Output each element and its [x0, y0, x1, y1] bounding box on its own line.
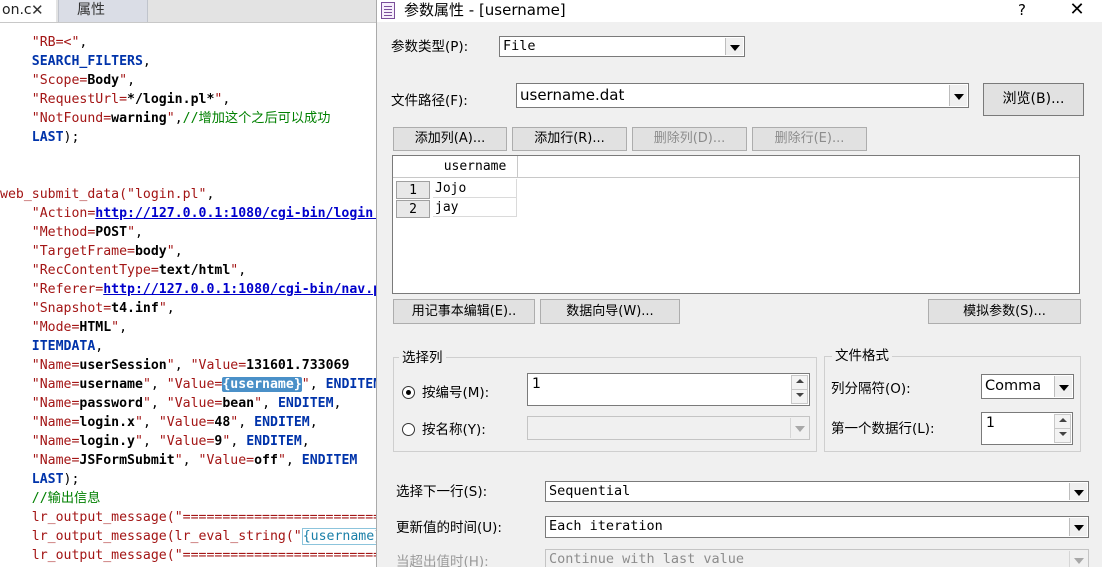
file-format-group-title: 文件格式 [832, 347, 892, 365]
code-line: LAST); [31, 472, 80, 487]
by-name-radio[interactable] [402, 423, 415, 436]
chevron-down-icon[interactable] [725, 38, 743, 55]
delete-column-button[interactable]: 删除列(D)... [632, 127, 747, 151]
select-next-row-label: 选择下一行(S): [396, 484, 488, 500]
chevron-down-icon[interactable] [1069, 483, 1087, 500]
select-column-group-title: 选择列 [399, 349, 446, 367]
chevron-down-icon[interactable] [1069, 518, 1087, 536]
code-line: lr_output_message(lr_eval_string("{usern… [0, 527, 376, 546]
data-wizard-button[interactable]: 数据向导(W)... [540, 299, 680, 324]
code-line: "Name=username", "Value={username}", END… [31, 377, 376, 392]
code-line: "Name=login.x", "Value=48", ENDITEM, [31, 415, 318, 430]
update-value-on-value: Each iteration [549, 518, 663, 534]
param-type-value: File [503, 38, 536, 54]
by-number-label: 按编号(M): [422, 385, 490, 401]
help-icon[interactable]: ? [1014, 0, 1030, 20]
file-path-combo[interactable]: username.dat [516, 83, 969, 108]
code-line: lr_output_message("=====================… [31, 548, 376, 563]
tab-label: 属性 [77, 2, 105, 18]
chevron-down-icon[interactable] [790, 418, 808, 438]
grid-column-header[interactable]: username [433, 156, 518, 178]
first-data-line-label: 第一个数据行(L): [831, 421, 935, 437]
spin-up-icon[interactable] [1054, 414, 1071, 429]
grid-corner [393, 156, 433, 178]
data-grid[interactable]: username 1 Jojo 2 jay [392, 155, 1080, 294]
app-document-icon [381, 2, 395, 19]
select-next-row-select[interactable]: Sequential [545, 481, 1089, 502]
by-number-value: 1 [532, 376, 541, 392]
code-line: "RequestUrl=*/login.pl*", [31, 92, 231, 107]
column-delimiter-value: Comma [985, 378, 1042, 394]
code-line: "Action=http://127.0.0.1:1080/cgi-bin/lo… [31, 206, 376, 221]
code-line: "Scope=Body", [31, 73, 136, 88]
browse-button[interactable]: 浏览(B)... [983, 83, 1084, 116]
spin-down-icon[interactable] [791, 389, 808, 404]
grid-row-number[interactable]: 2 [396, 200, 430, 218]
add-column-button[interactable]: 添加列(A)... [393, 127, 507, 151]
close-icon[interactable]: ✕ [1067, 0, 1087, 19]
code-line: "RecContentType=text/html", [31, 263, 247, 278]
tab-properties[interactable]: 属性 [58, 0, 148, 22]
code-line: "Name=userSession", "Value=131601.733069 [31, 358, 350, 373]
spin-up-icon[interactable] [791, 375, 808, 390]
chevron-down-icon[interactable] [1069, 551, 1087, 567]
tab-label: on.c [2, 2, 32, 18]
code-line: ITEMDATA, [31, 339, 104, 354]
param-type-label: 参数类型(P): [391, 39, 469, 55]
code-line: "TargetFrame=body", [31, 244, 183, 259]
code-line: "Name=password", "Value=bean", ENDITEM, [31, 396, 342, 411]
code-line: LAST); [31, 130, 80, 145]
by-number-radio[interactable] [402, 386, 415, 399]
param-type-select[interactable]: File [499, 36, 745, 57]
chevron-down-icon[interactable] [949, 85, 967, 106]
when-out-of-values-select[interactable]: Continue with last value [545, 549, 1089, 567]
parameter-highlight[interactable]: {username} [222, 377, 302, 392]
by-name-select[interactable] [527, 416, 810, 440]
grid-cell[interactable]: Jojo [433, 179, 517, 198]
first-data-line-value: 1 [986, 415, 995, 431]
tab-source-file[interactable]: on.c ✕ [0, 0, 56, 22]
when-out-of-values-label: 当超出值时(H): [396, 554, 489, 567]
tab-close-icon[interactable]: ✕ [31, 0, 44, 21]
dialog-title: 参数属性 - [username] [404, 1, 566, 19]
code-line: "Referer=http://127.0.0.1:1080/cgi-bin/n… [31, 282, 376, 297]
file-path-label: 文件路径(F): [391, 93, 468, 109]
code-line: "RB=<", [31, 35, 88, 50]
by-number-spinner[interactable]: 1 [527, 373, 810, 406]
add-row-button[interactable]: 添加行(R)... [512, 127, 627, 151]
spin-down-icon[interactable] [1054, 428, 1071, 443]
parameter-properties-dialog: 参数属性 - [username] ? ✕ 参数类型(P): File 文件路径… [376, 0, 1102, 567]
first-data-line-spinner[interactable]: 1 [981, 412, 1073, 445]
code-line: "Snapshot=t4.inf", [31, 301, 175, 316]
select-next-row-value: Sequential [549, 483, 631, 499]
code-line: lr_output_message("=====================… [31, 510, 376, 525]
grid-cell[interactable]: jay [433, 198, 517, 217]
column-delimiter-label: 列分隔符(O): [831, 381, 911, 397]
chevron-down-icon[interactable] [1054, 376, 1072, 397]
code-line: "Method=POST", [31, 225, 143, 240]
code-line: //输出信息 [31, 491, 101, 506]
simulate-parameter-button[interactable]: 模拟参数(S)... [928, 299, 1081, 324]
grid-header-empty [518, 156, 1079, 178]
code-line: web_submit_data("login.pl", [0, 187, 215, 202]
code-editor[interactable]: on.c ✕ 属性 "RB=<", SEARCH_FILTERS, "Scope… [0, 0, 376, 567]
when-out-of-values-value: Continue with last value [549, 551, 745, 567]
column-delimiter-select[interactable]: Comma [981, 374, 1074, 399]
file-path-value: username.dat [520, 86, 625, 104]
grid-row-number[interactable]: 1 [396, 181, 430, 199]
dialog-title-bar: 参数属性 - [username] ? ✕ [377, 0, 1102, 22]
notepad-edit-button[interactable]: 用记事本编辑(E).. [393, 299, 535, 324]
by-name-label: 按名称(Y): [422, 422, 486, 438]
code-line: "Mode=HTML", [31, 320, 128, 335]
update-value-on-label: 更新值的时间(U): [396, 520, 502, 536]
editor-tab-bar: on.c ✕ 属性 [0, 0, 376, 23]
code-line: "NotFound=warning",//增加这个之后可以成功 [31, 111, 331, 126]
code-line: "Name=JSFormSubmit", "Value=off", ENDITE… [31, 453, 358, 468]
code-line: SEARCH_FILTERS, [31, 54, 151, 69]
update-value-on-select[interactable]: Each iteration [545, 516, 1089, 538]
delete-row-button[interactable]: 删除行(E)... [752, 127, 867, 151]
code-line: "Name=login.y", "Value=9", ENDITEM, [31, 434, 310, 449]
